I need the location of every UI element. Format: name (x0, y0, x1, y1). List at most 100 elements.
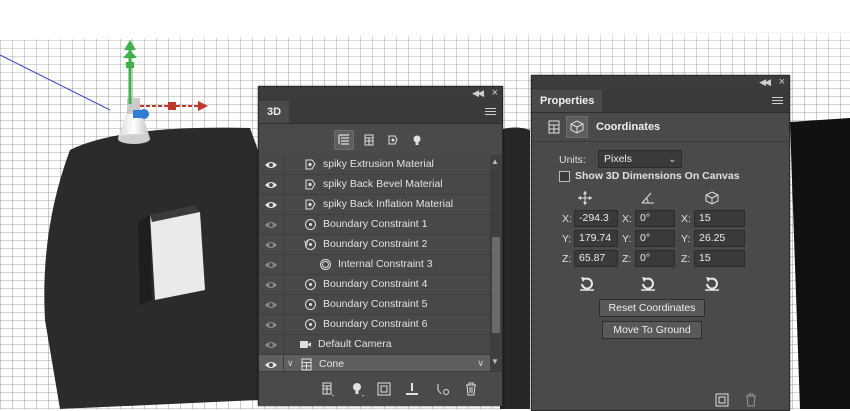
trash-icon[interactable] (463, 381, 479, 397)
scroll-thumb[interactable] (492, 237, 500, 333)
position-x-label: X: (562, 213, 572, 225)
rotation-y-label: Y: (622, 233, 632, 245)
light-filter-icon[interactable] (407, 130, 427, 150)
visibility-toggle[interactable] (259, 235, 284, 255)
visibility-toggle[interactable] (259, 215, 284, 235)
layer-label: spiky Back Bevel Material (323, 178, 443, 190)
chevron-down-icon[interactable]: ∨ (477, 358, 484, 369)
units-select[interactable]: Pixels ⌄ (598, 150, 682, 168)
visibility-toggle[interactable] (259, 315, 284, 335)
eye-icon (265, 182, 277, 188)
move-icon (578, 191, 592, 205)
layer-row[interactable]: Internal Constraint 3 (259, 255, 490, 275)
position-y-field[interactable]: 179.74 (574, 230, 618, 247)
visibility-toggle[interactable] (259, 175, 284, 195)
position-x-field[interactable]: -294.3 (574, 210, 618, 227)
scroll-down-icon[interactable]: ▼ (491, 357, 499, 366)
add-light-icon[interactable] (349, 381, 365, 397)
scale-z-field[interactable]: 15 (694, 250, 745, 267)
layer-label: Boundary Constraint 1 (323, 218, 428, 230)
reset-coordinates-button[interactable]: Reset Coordinates (599, 299, 705, 317)
eye-icon (265, 342, 277, 348)
camera-icon (299, 338, 312, 351)
show-3d-dimensions-checkbox[interactable] (559, 171, 570, 182)
layer-row[interactable]: spiky Back Inflation Material (259, 195, 490, 215)
visibility-toggle[interactable] (259, 295, 284, 315)
3d-filter-bar (259, 124, 502, 156)
material-filter-icon[interactable] (383, 130, 403, 150)
layer-list-scrollbar[interactable]: ▲ ▼ (490, 155, 502, 371)
reset-scale-icon[interactable] (703, 275, 721, 291)
units-label: Units: (559, 154, 586, 166)
constraint-icon (304, 238, 317, 251)
layer-row[interactable]: ∨ Boundary Constraint 2 (259, 235, 490, 255)
chevron-down-icon[interactable]: ∨ (287, 358, 294, 369)
layer-row[interactable]: Default Camera (259, 335, 490, 355)
constraint-icon (304, 318, 317, 331)
rotation-y-field[interactable]: 0° (635, 230, 675, 247)
layer-label: spiky Extrusion Material (323, 158, 434, 170)
material-drop-icon[interactable] (434, 381, 450, 397)
coordinates-tab[interactable] (566, 116, 588, 138)
visibility-toggle[interactable] (259, 195, 284, 215)
close-panel-icon[interactable]: × (779, 76, 785, 88)
position-z-field[interactable]: 65.87 (574, 250, 618, 267)
mesh-tab-icon[interactable] (548, 120, 560, 134)
3d-layer-list[interactable]: spiky Extrusion Material spiky Back Bevel… (259, 155, 502, 375)
internal-constraint-icon (319, 258, 332, 271)
add-mesh-icon[interactable] (319, 381, 335, 397)
scale-x-label: X: (681, 213, 691, 225)
visibility-toggle[interactable] (259, 275, 284, 295)
tab-properties[interactable]: Properties (532, 90, 603, 112)
layer-label: Default Camera (318, 338, 392, 350)
3d-panel-toolbar (259, 371, 502, 406)
show-3d-dimensions-label: Show 3D Dimensions On Canvas (575, 170, 740, 182)
layer-row[interactable]: Boundary Constraint 6 (259, 315, 490, 335)
visibility-toggle[interactable] (259, 255, 284, 275)
move-to-ground-button[interactable]: Move To Ground (602, 321, 702, 339)
material-icon (304, 178, 317, 191)
layer-row[interactable]: Boundary Constraint 1 (259, 215, 490, 235)
rotation-z-field[interactable]: 0° (635, 250, 675, 267)
collapse-panel-icon[interactable]: ◀◀ (759, 77, 771, 88)
layer-row[interactable]: Boundary Constraint 5 (259, 295, 490, 315)
render-icon[interactable] (715, 393, 729, 407)
visibility-toggle[interactable] (259, 155, 284, 175)
eye-icon (265, 282, 277, 288)
rotation-x-field[interactable]: 0° (635, 210, 675, 227)
layer-label: Boundary Constraint 2 (323, 238, 428, 250)
trash-icon[interactable] (744, 393, 758, 407)
position-y-label: Y: (562, 233, 572, 245)
properties-footer (532, 388, 789, 410)
eye-icon (265, 162, 277, 168)
scale-z-label: Z: (681, 253, 691, 265)
material-icon (304, 158, 317, 171)
units-value: Pixels (604, 153, 633, 165)
layer-label: Cone (319, 358, 345, 370)
drop-to-ground-icon[interactable] (404, 381, 420, 397)
collapse-panel-icon[interactable]: ◀◀ (472, 88, 484, 99)
mesh-filter-icon[interactable] (359, 130, 379, 150)
scale-x-field[interactable]: 15 (694, 210, 745, 227)
layer-row[interactable]: spiky Back Bevel Material (259, 175, 490, 195)
scale-y-field[interactable]: 26.25 (694, 230, 745, 247)
panel-menu-icon[interactable] (772, 97, 783, 105)
scroll-up-icon[interactable]: ▲ (491, 157, 499, 166)
mesh-icon (300, 358, 313, 371)
eye-icon (265, 322, 277, 328)
panel-menu-icon[interactable] (485, 108, 496, 116)
reset-position-icon[interactable] (578, 275, 596, 291)
close-panel-icon[interactable]: × (492, 87, 498, 99)
render-icon[interactable] (376, 381, 392, 397)
position-z-label: Z: (562, 253, 572, 265)
eye-icon (265, 202, 277, 208)
visibility-toggle[interactable] (259, 335, 284, 355)
layer-row[interactable]: Boundary Constraint 4 (259, 275, 490, 295)
reset-rotation-icon[interactable] (639, 275, 657, 291)
scene-filter-icon[interactable] (334, 130, 354, 150)
properties-panel: ◀◀ × Properties Coordinates Units: Pixel… (531, 75, 790, 411)
eye-icon (265, 302, 277, 308)
eye-icon (265, 222, 277, 228)
layer-row[interactable]: spiky Extrusion Material (259, 155, 490, 175)
tab-3d[interactable]: 3D (259, 101, 290, 123)
